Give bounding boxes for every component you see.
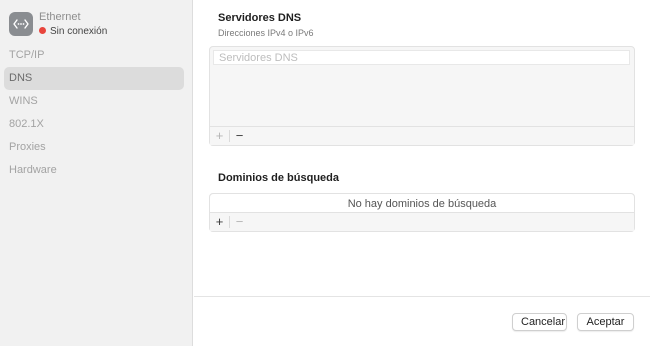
- dns-toolbar: + −: [210, 126, 634, 145]
- sidebar: Ethernet Sin conexión TCP/IP DNS WINS 80…: [0, 0, 193, 346]
- interface-status: Sin conexión: [39, 26, 107, 37]
- cancel-button[interactable]: Cancelar: [512, 313, 567, 331]
- search-domains-list: No hay dominios de búsqueda + −: [209, 193, 635, 232]
- add-search-domain-button[interactable]: +: [210, 213, 229, 232]
- search-domains-empty: No hay dominios de búsqueda: [210, 194, 634, 214]
- dns-servers-subtitle: Direcciones IPv4 o IPv6: [218, 28, 314, 38]
- sidebar-item-dns[interactable]: DNS: [4, 67, 184, 90]
- sidebar-item-proxies[interactable]: Proxies: [4, 136, 184, 159]
- add-dns-button[interactable]: +: [210, 127, 229, 146]
- ok-button[interactable]: Aceptar: [577, 313, 634, 331]
- sidebar-item-wins[interactable]: WINS: [4, 90, 184, 113]
- footer-divider: [194, 296, 650, 297]
- sidebar-nav: TCP/IP DNS WINS 802.1X Proxies Hardware: [4, 44, 184, 182]
- dns-settings-window: Ethernet Sin conexión TCP/IP DNS WINS 80…: [0, 0, 650, 346]
- search-domains-toolbar: + −: [210, 212, 634, 231]
- interface-name: Ethernet: [39, 11, 81, 23]
- main-panel: Servidores DNS Direcciones IPv4 o IPv6 +…: [194, 0, 650, 346]
- sidebar-item-hardware[interactable]: Hardware: [4, 159, 184, 182]
- interface-header: Ethernet Sin conexión: [9, 11, 189, 41]
- dns-servers-title: Servidores DNS: [218, 12, 302, 24]
- remove-search-domain-button[interactable]: −: [230, 213, 249, 232]
- dns-server-input[interactable]: [213, 50, 630, 65]
- search-domains-title: Dominios de búsqueda: [218, 172, 340, 184]
- dns-servers-list: + −: [209, 46, 635, 146]
- ethernet-icon: [9, 12, 33, 36]
- interface-status-label: Sin conexión: [50, 26, 108, 37]
- sidebar-item-8021x[interactable]: 802.1X: [4, 113, 184, 136]
- sidebar-item-tcpip[interactable]: TCP/IP: [4, 44, 184, 67]
- status-dot-icon: [39, 27, 46, 34]
- remove-dns-button[interactable]: −: [230, 127, 249, 146]
